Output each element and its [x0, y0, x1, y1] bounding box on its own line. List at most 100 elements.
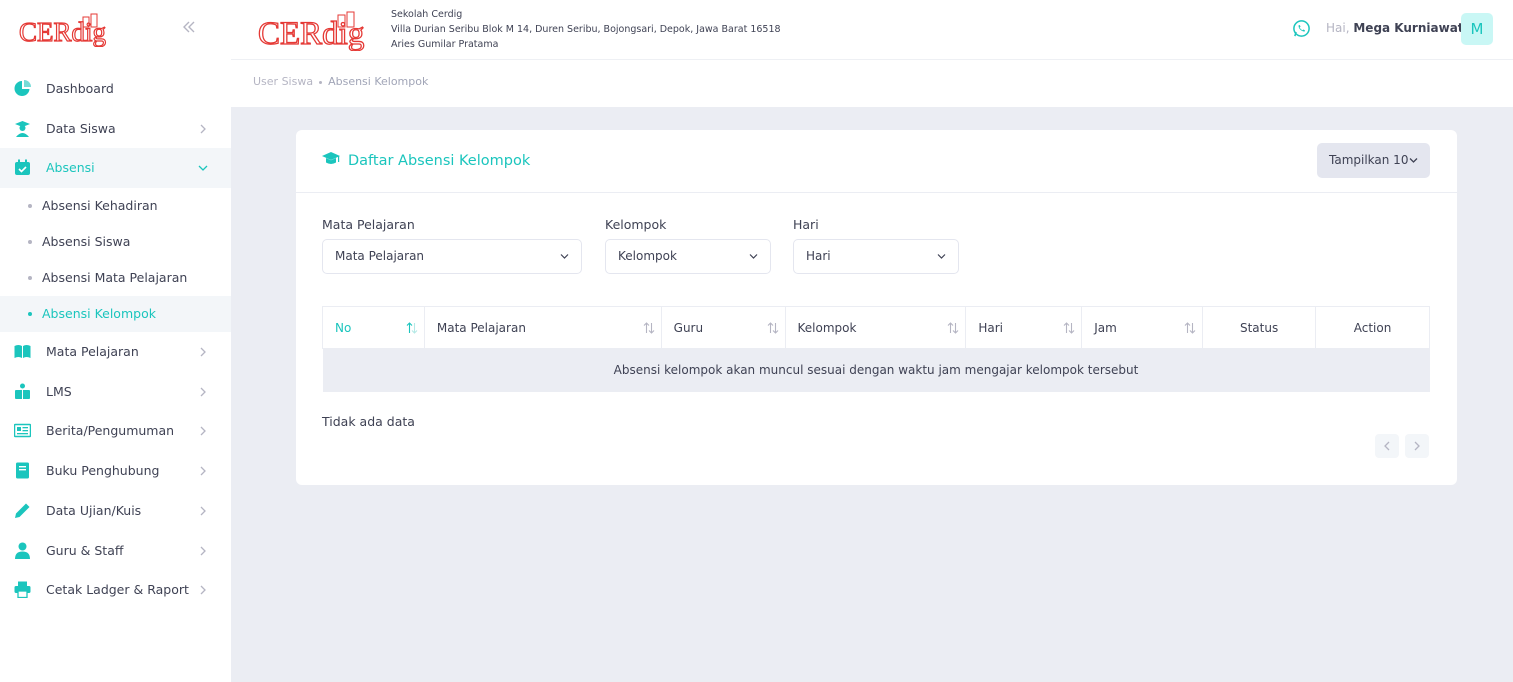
chevron-right-icon: [200, 466, 206, 476]
sidebar-item-label: LMS: [46, 383, 72, 399]
column-header-hari[interactable]: Hari: [965, 306, 1083, 349]
graduation-cap-icon: [322, 152, 340, 164]
bullet-dot: [28, 312, 32, 317]
pagination-prev-button[interactable]: [1375, 434, 1399, 458]
sidebar-menu: Dashboard Data Siswa Absensi Absensi Keh…: [0, 69, 231, 610]
sidebar-subitem-label: Absensi Siswa: [42, 234, 131, 250]
column-header-guru[interactable]: Guru: [660, 306, 786, 349]
sidebar-subitem-absensi-kehadiran[interactable]: Absensi Kehadiran: [0, 188, 231, 224]
sidebar-item-berita-pengumuman[interactable]: Berita/Pengumuman: [0, 411, 231, 451]
sort-icon: [406, 322, 418, 334]
column-label: Jam: [1094, 320, 1117, 335]
column-label: Guru: [673, 320, 704, 335]
pencil-icon: [15, 503, 30, 518]
sidebar-logo-row: CERdig: [0, 0, 231, 60]
hari-select-value: Hari: [806, 249, 831, 263]
sidebar-item-label: Cetak Ladger & Raport: [46, 582, 189, 598]
avatar[interactable]: M: [1461, 13, 1493, 45]
chevron-right-icon: [200, 387, 206, 397]
chevron-right-icon: [200, 506, 206, 516]
user-tie-icon: [15, 542, 30, 559]
sidebar-item-absensi[interactable]: Absensi: [0, 148, 231, 189]
sidebar-item-data-ujian-kuis[interactable]: Data Ujian/Kuis: [0, 491, 231, 531]
sidebar-item-buku-penghubung[interactable]: Buku Penghubung: [0, 451, 231, 491]
sidebar-subitem-label: Absensi Kelompok: [42, 306, 156, 322]
column-label: Hari: [978, 320, 1004, 335]
sidebar-item-label: Absensi: [46, 160, 95, 176]
kelompok-select-value: Kelompok: [618, 249, 677, 263]
chevron-right-icon: [1414, 441, 1420, 451]
sidebar-item-label: Guru & Staff: [46, 542, 124, 558]
kelompok-select[interactable]: Kelompok: [605, 239, 771, 274]
cerdig-logo[interactable]: CERdig: [19, 13, 117, 47]
sidebar-item-mata-pelajaran[interactable]: Mata Pelajaran: [0, 332, 231, 372]
card-title: Daftar Absensi Kelompok: [322, 151, 530, 169]
column-label: No: [335, 320, 352, 335]
column-header-no[interactable]: No: [322, 306, 425, 349]
chevron-down-icon: [198, 165, 208, 172]
sidebar-subitem-absensi-siswa[interactable]: Absensi Siswa: [0, 224, 231, 260]
empty-table-message: Absensi kelompok akan muncul sesuai deng…: [322, 348, 1430, 392]
sidebar-subitem-label: Absensi Mata Pelajaran: [42, 270, 188, 286]
sort-icon: [947, 322, 959, 334]
table-header-row: No Mata Pelajaran Guru Kelompok Hari Jam…: [322, 306, 1430, 349]
sidebar-subitem-absensi-mata-pelajaran[interactable]: Absensi Mata Pelajaran: [0, 260, 231, 296]
column-header-mata-pelajaran[interactable]: Mata Pelajaran: [423, 306, 662, 349]
sidebar: CERdig Dashboard Data Siswa Absensi Abse…: [0, 0, 231, 682]
cerdig-logo[interactable]: CERdig: [258, 11, 378, 51]
column-header-action: Action: [1315, 306, 1430, 349]
school-name: Sekolah Cerdig: [391, 9, 463, 20]
pagination-next-button[interactable]: [1405, 434, 1429, 458]
user-name: Mega Kurniawati: [1353, 21, 1468, 35]
sidebar-item-label: Berita/Pengumuman: [46, 423, 175, 439]
table-row: Absensi kelompok akan muncul sesuai deng…: [322, 348, 1430, 392]
chevron-left-icon: [1384, 441, 1390, 451]
school-address: Villa Durian Seribu Blok M 14, Duren Ser…: [391, 24, 781, 35]
absensi-kelompok-card: Daftar Absensi Kelompok Tampilkan 10 Mat…: [296, 130, 1457, 485]
show-entries-dropdown[interactable]: Tampilkan 10: [1317, 143, 1430, 178]
sidebar-item-cetak-ladger-raport[interactable]: Cetak Ladger & Raport: [0, 570, 231, 610]
sort-icon: [643, 322, 655, 334]
student-icon: [15, 120, 30, 137]
sidebar-item-label: Dashboard: [46, 81, 114, 96]
mapel-filter-label: Mata Pelajaran: [322, 217, 415, 232]
sidebar-item-label: Data Ujian/Kuis: [46, 502, 142, 518]
column-header-jam[interactable]: Jam: [1081, 306, 1204, 349]
breadcrumb-current[interactable]: Absensi Kelompok: [328, 75, 428, 88]
whatsapp-icon[interactable]: [1292, 19, 1311, 38]
mapel-select-value: Mata Pelajaran: [335, 249, 425, 263]
school-head: Aries Gumilar Pratama: [391, 39, 499, 50]
printer-icon: [14, 581, 31, 599]
chevron-right-icon: [200, 426, 206, 436]
bullet-dot: [28, 204, 32, 209]
chevron-right-icon: [200, 347, 206, 357]
sidebar-item-data-siswa[interactable]: Data Siswa: [0, 109, 231, 149]
sidebar-item-lms[interactable]: LMS: [0, 372, 231, 412]
top-header: CERdig Sekolah Cerdig Villa Durian Serib…: [231, 0, 1513, 60]
card-title-text: Daftar Absensi Kelompok: [348, 153, 531, 169]
sidebar-item-label: Data Siswa: [46, 120, 116, 136]
sidebar-item-label: Mata Pelajaran: [46, 344, 139, 360]
calendar-check-icon: [15, 159, 30, 176]
sidebar-item-guru-staff[interactable]: Guru & Staff: [0, 531, 231, 571]
sidebar-item-dashboard[interactable]: Dashboard: [0, 69, 231, 109]
pie-chart-icon: [14, 80, 31, 96]
chevron-down-icon: [1409, 158, 1418, 163]
bullet-dot: [28, 276, 32, 281]
column-header-kelompok[interactable]: Kelompok: [784, 306, 967, 349]
hari-select[interactable]: Hari: [793, 239, 959, 274]
svg-text:CERdig: CERdig: [258, 16, 364, 51]
breadcrumb-parent[interactable]: User Siswa: [253, 75, 313, 88]
lms-icon: [15, 383, 30, 399]
double-chevron-left-icon[interactable]: [181, 19, 201, 39]
chevron-right-icon: [200, 585, 206, 595]
chevron-down-icon: [560, 254, 569, 259]
mapel-select[interactable]: Mata Pelajaran: [322, 239, 582, 274]
bullet-dot: [28, 240, 32, 245]
sidebar-subitem-absensi-kelompok[interactable]: Absensi Kelompok: [0, 296, 231, 333]
notebook-icon: [16, 462, 29, 479]
column-label: Action: [1353, 320, 1392, 335]
sidebar-subitem-label: Absensi Kehadiran: [42, 198, 158, 214]
sidebar-item-label: Buku Penghubung: [46, 463, 160, 479]
user-greeting: Hai, Mega Kurniawati: [1326, 21, 1468, 35]
